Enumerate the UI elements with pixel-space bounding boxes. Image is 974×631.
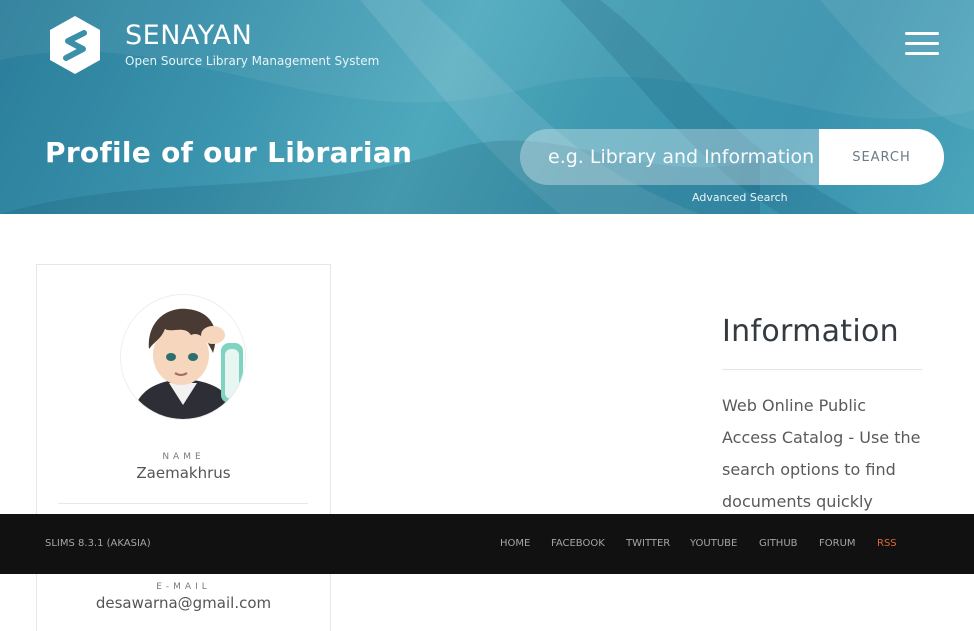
- information-text: Web Online Public Access Catalog - Use t…: [722, 396, 921, 511]
- search-input[interactable]: [520, 129, 819, 185]
- footer: SLIMS 8.3.1 (AKASIA) HOME FACEBOOK TWITT…: [0, 514, 974, 574]
- hamburger-menu-icon[interactable]: [903, 30, 941, 58]
- footer-link-rss[interactable]: RSS: [877, 538, 897, 549]
- brand-title[interactable]: SENAYAN: [125, 20, 252, 51]
- card-divider: [58, 503, 308, 504]
- email-label: E-MAIL: [156, 582, 211, 592]
- name-label: NAME: [162, 452, 205, 462]
- hero-header: SENAYAN Open Source Library Management S…: [0, 0, 974, 214]
- footer-link-home[interactable]: HOME: [500, 538, 530, 549]
- senayan-logo-icon[interactable]: [48, 15, 102, 75]
- page: SENAYAN Open Source Library Management S…: [0, 0, 974, 631]
- footer-link-youtube[interactable]: YOUTUBE: [690, 538, 737, 549]
- footer-link-forum[interactable]: FORUM: [819, 538, 856, 549]
- footer-link-twitter[interactable]: TWITTER: [626, 538, 670, 549]
- footer-version: SLIMS 8.3.1 (AKASIA): [45, 538, 151, 549]
- librarian-avatar: [120, 294, 246, 420]
- footer-link-github[interactable]: GITHUB: [759, 538, 798, 549]
- page-title: Profile of our Librarian: [45, 136, 413, 169]
- information-divider: [722, 369, 922, 370]
- advanced-search-link[interactable]: Advanced Search: [692, 191, 788, 204]
- librarian-name: Zaemakhrus: [136, 464, 231, 482]
- footer-link-facebook[interactable]: FACEBOOK: [551, 538, 605, 549]
- information-title: Information: [722, 314, 899, 349]
- search-button[interactable]: SEARCH: [819, 129, 944, 185]
- librarian-email: desawarna@gmail.com: [95, 594, 272, 612]
- brand-subtitle: Open Source Library Management System: [125, 54, 380, 68]
